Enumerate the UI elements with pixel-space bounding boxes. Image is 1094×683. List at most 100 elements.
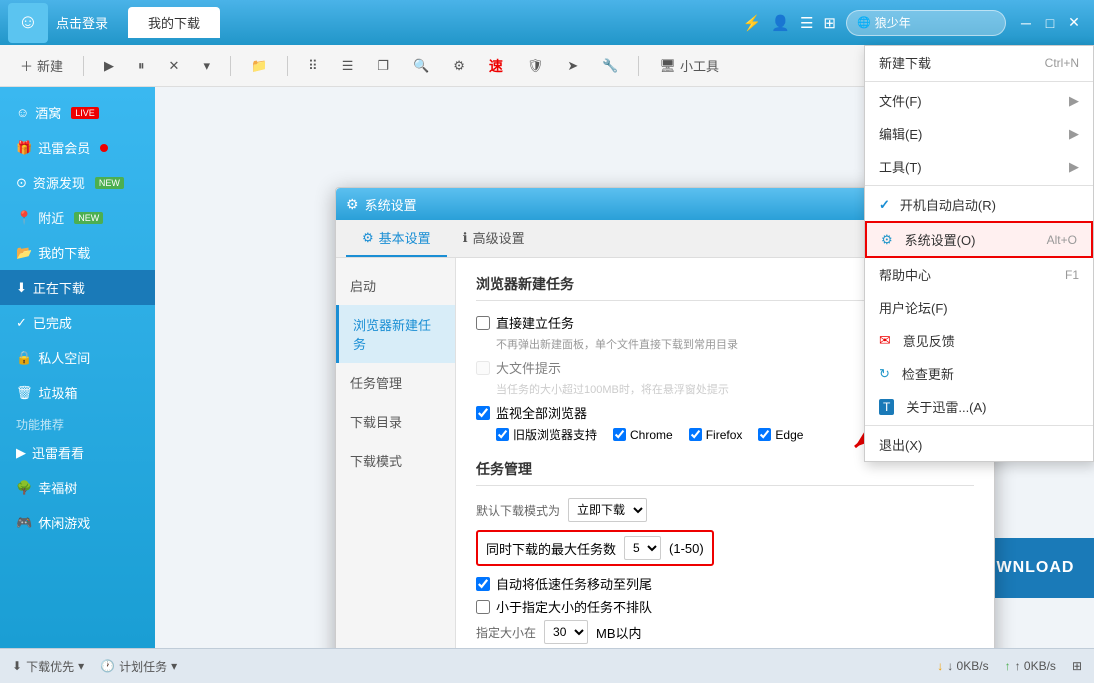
menu-icon[interactable]: ☰ xyxy=(800,14,813,32)
sidebar-item-thunder-watch[interactable]: ▶ 迅雷看看 xyxy=(0,435,155,470)
grid-button[interactable]: ⠿ xyxy=(300,54,326,78)
more-button[interactable]: ▾ xyxy=(195,54,218,78)
list-button[interactable]: ☰ xyxy=(334,54,362,78)
tools-icon: 🔧 xyxy=(602,58,618,74)
speed-button[interactable]: 速 xyxy=(481,52,511,80)
new-badge-resource: NEW xyxy=(95,177,124,189)
menu-check-update[interactable]: ↻ 检查更新 xyxy=(865,357,1093,390)
menu-feedback-icon: ✉ xyxy=(879,332,891,349)
sidebar-item-completed[interactable]: ✓ 已完成 xyxy=(0,305,155,340)
sidebar-item-nearby[interactable]: 📍 附近 NEW xyxy=(0,200,155,235)
trash-label: 垃圾箱 xyxy=(39,383,78,402)
menu-system-settings[interactable]: ⚙ 系统设置(O) Alt+O xyxy=(865,221,1093,258)
monitor-all-label: 监视全部浏览器 xyxy=(496,403,587,422)
old-browser-checkbox[interactable] xyxy=(496,428,509,441)
toolbar-sep-1 xyxy=(83,56,84,76)
sidebar-item-idle-game[interactable]: 🎮 休闲游戏 xyxy=(0,505,155,540)
max-tasks-select[interactable]: 5 xyxy=(624,536,661,560)
firefox-checkbox[interactable] xyxy=(689,428,702,441)
menu-forum[interactable]: 用户论坛(F) xyxy=(865,291,1093,324)
no-queue-checkbox[interactable] xyxy=(476,600,490,614)
jiujiu-label: 酒窝 xyxy=(35,103,61,122)
dialog-tab-advanced[interactable]: ℹ 高级设置 xyxy=(447,220,541,257)
sidebar-item-downloading[interactable]: ⬇ 正在下载 xyxy=(0,270,155,305)
delete-button[interactable]: ✕ xyxy=(161,54,188,78)
sidebar-item-my-download[interactable]: 📂 我的下载 xyxy=(0,235,155,270)
menu-new-download-shortcut: Ctrl+N xyxy=(1045,56,1079,70)
maximize-button[interactable]: □ xyxy=(1038,11,1062,35)
menu-help[interactable]: 帮助中心 F1 xyxy=(865,258,1093,291)
menu-exit[interactable]: 退出(X) xyxy=(865,428,1093,461)
play-button[interactable]: ▶ xyxy=(96,54,122,78)
settings-button[interactable]: ⚙ xyxy=(445,54,473,78)
sidebar-item-jiujiu[interactable]: ☺ 酒窝 LIVE xyxy=(0,95,155,130)
monitor-all-checkbox[interactable] xyxy=(476,406,490,420)
schedule-label: 计划任务 xyxy=(119,658,167,675)
small-tools-button[interactable]: 🖥 小工具 xyxy=(651,52,727,79)
sidebar-item-trash[interactable]: 🗑 垃圾箱 xyxy=(0,375,155,410)
dialog-tab-basic[interactable]: ⚙ 基本设置 xyxy=(346,220,447,257)
download-priority-button[interactable]: ⬇ 下载优先 ▾ xyxy=(12,658,84,675)
dropdown-icon: ▾ xyxy=(203,58,210,74)
sidebar-item-private[interactable]: 🔒 私人空间 xyxy=(0,340,155,375)
pause-button[interactable]: ⏸ xyxy=(130,54,153,78)
minimize-button[interactable]: ─ xyxy=(1014,11,1038,35)
basic-settings-label: 基本设置 xyxy=(379,228,431,247)
my-download-label: 我的下载 xyxy=(38,243,90,262)
menu-check-update-label: 检查更新 xyxy=(902,364,954,383)
menu-about[interactable]: T 关于迅雷...(A) xyxy=(865,390,1093,423)
layout-toggle[interactable]: ⊞ xyxy=(1072,659,1082,673)
menu-file[interactable]: 文件(F) ▶ xyxy=(865,84,1093,117)
no-queue-label: 小于指定大小的任务不排队 xyxy=(496,597,652,616)
search-area: 🌐 狼少年 xyxy=(846,10,1006,36)
new-button[interactable]: ＋ 新建 xyxy=(12,52,71,79)
task-mgmt-label: 任务管理 xyxy=(350,376,402,391)
list-icon: ☰ xyxy=(342,58,354,74)
chrome-checkbox[interactable] xyxy=(613,428,626,441)
live-badge: LIVE xyxy=(71,107,99,119)
menu-about-label: 关于迅雷...(A) xyxy=(906,397,986,416)
happy-tree-label: 幸福树 xyxy=(38,478,77,497)
my-download-tab[interactable]: 我的下载 xyxy=(128,7,220,38)
default-mode-select[interactable]: 立即下载 xyxy=(568,498,647,522)
dialog-sidebar-task-mgmt[interactable]: 任务管理 xyxy=(336,363,455,402)
menu-new-download-label: 新建下载 xyxy=(879,53,931,72)
menu-edit[interactable]: 编辑(E) ▶ xyxy=(865,117,1093,150)
menu-tools[interactable]: 工具(T) ▶ xyxy=(865,150,1093,183)
dialog-sidebar-download-dir[interactable]: 下载目录 xyxy=(336,402,455,441)
sidebar-item-member[interactable]: 🎁 迅雷会员 xyxy=(0,130,155,165)
menu-sep-2 xyxy=(865,185,1093,186)
sidebar-item-happy-tree[interactable]: 🌳 幸福树 xyxy=(0,470,155,505)
login-button[interactable]: 点击登录 xyxy=(56,13,108,32)
bottom-bar: ⬇ 下载优先 ▾ 🕐 计划任务 ▾ ↓ ↓ 0KB/s ↑ ↑ 0KB/s ⊞ xyxy=(0,648,1094,683)
edge-checkbox[interactable] xyxy=(758,428,771,441)
dialog-sidebar-startup[interactable]: 启动 xyxy=(336,266,455,305)
menu-new-download[interactable]: 新建下载 Ctrl+N xyxy=(865,46,1093,79)
copy-button[interactable]: ❐ xyxy=(369,54,397,78)
nearby-label: 附近 xyxy=(38,208,64,227)
auto-move-label: 自动将低速任务移动至列尾 xyxy=(496,574,652,593)
dialog-sidebar-browser-new[interactable]: 浏览器新建任务 xyxy=(336,305,455,363)
toolbar-sep-3 xyxy=(287,56,288,76)
max-tasks-label: 同时下载的最大任务数 xyxy=(486,539,616,558)
sidebar-item-resource[interactable]: ⊙ 资源发现 NEW xyxy=(0,165,155,200)
member-label: 迅雷会员 xyxy=(38,138,90,157)
menu-feedback[interactable]: ✉ 意见反馈 xyxy=(865,324,1093,357)
folder-button[interactable]: 📁 xyxy=(243,54,275,78)
search-box[interactable]: 🌐 狼少年 xyxy=(846,10,1006,36)
search-icon: 🔍 xyxy=(413,58,429,74)
size-select[interactable]: 30 xyxy=(544,620,588,644)
auto-move-checkbox[interactable] xyxy=(476,577,490,591)
close-button[interactable]: ✕ xyxy=(1062,11,1086,35)
menu-auto-start[interactable]: ✓ 开机自动启动(R) xyxy=(865,188,1093,221)
dialog-sidebar-download-mode[interactable]: 下载模式 xyxy=(336,441,455,480)
direct-task-checkbox[interactable] xyxy=(476,316,490,330)
schedule-task-button[interactable]: 🕐 计划任务 ▾ xyxy=(100,658,177,675)
tools-button[interactable]: 🔧 xyxy=(594,54,626,78)
resize-icon[interactable]: ⊞ xyxy=(823,14,836,32)
shield-button[interactable]: 🛡 xyxy=(519,54,552,78)
arrow-button[interactable]: ➤ xyxy=(559,54,586,78)
default-mode-label: 默认下载模式为 xyxy=(476,502,560,519)
gear-icon: ⚙ xyxy=(453,58,465,74)
search-button[interactable]: 🔍 xyxy=(405,54,437,78)
